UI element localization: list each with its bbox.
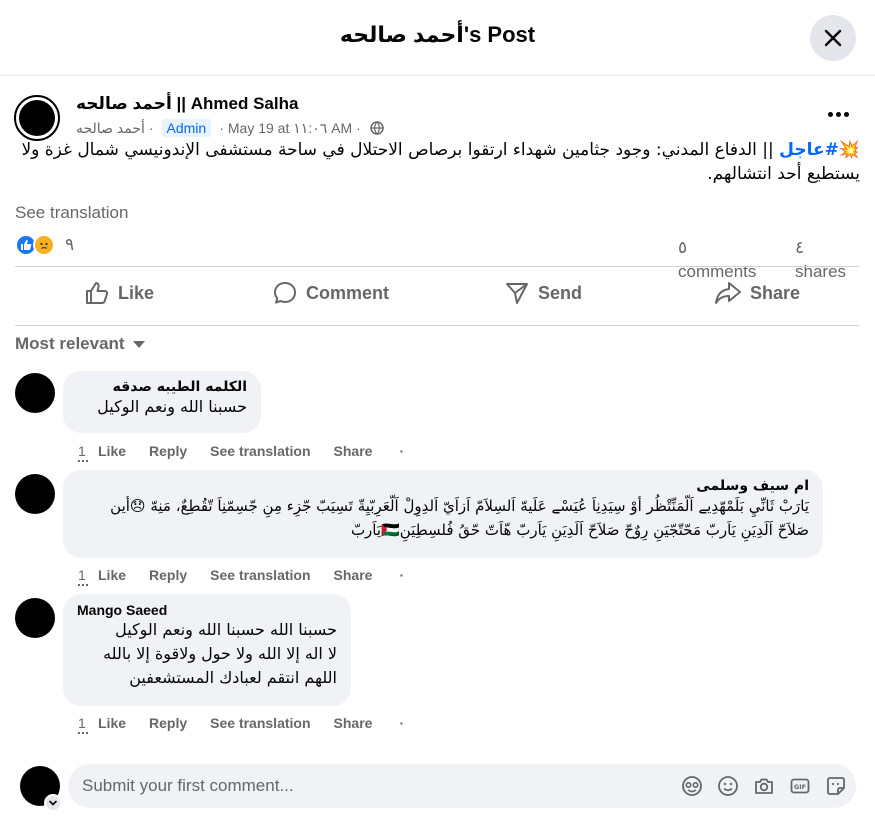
comment-label: Comment [306,282,390,303]
comment-like-button[interactable]: Like [98,443,126,459]
comment-text: يَارَبْ ثَانِّيِ بَلَمْهّدِيے اَلّمَنِّت… [110,497,809,539]
commenter-avatar[interactable] [15,474,55,514]
share-count[interactable]: ٤ shares [795,236,846,284]
comment-actions: 1 Like Reply See translation Share · [78,565,405,586]
share-label: Share [750,282,801,303]
commenter-avatar[interactable] [15,373,55,413]
comment-dot-separator: · [399,567,405,583]
more-options-button[interactable] [822,100,854,128]
avatar-sticker-button[interactable] [680,774,704,798]
post-date[interactable]: May 19 at ١١:٠٦ AM [228,120,352,137]
smiley-icon [718,776,738,796]
comment-like-button[interactable]: Like [98,715,126,731]
see-translation-link[interactable]: See translation [15,203,128,223]
comment-sort-dropdown[interactable]: Most relevant [15,334,145,354]
comment-count[interactable]: ٥ comments [678,236,756,284]
post-author-name[interactable]: أحمد صالحه || Ahmed Salha [76,94,298,114]
dialog-header: أحمد صالحه's Post [0,0,875,76]
comment-translate-button[interactable]: See translation [210,715,310,731]
comment-actions: 1 Like Reply See translation Share · [78,713,405,734]
share-arrow-icon [715,282,741,304]
send-icon [506,283,528,304]
comment-bubble-icon [274,282,296,304]
comment-reply-button[interactable]: Reply [149,443,187,459]
globe-icon [370,121,384,135]
reaction-count: ٩ [65,235,75,254]
post-body: || الدفاع المدني: وجود جثامين شهداء ارتق… [21,140,860,184]
post-meta-arabic-name[interactable]: أحمد صالحه [76,120,145,137]
comment-reply-button[interactable]: Reply [149,567,187,583]
commenter-name[interactable]: الكلمه الطيبه صدقه [77,379,247,395]
comment-reaction-count: 1 [78,567,98,586]
comment-share-button[interactable]: Share [334,443,373,459]
comment-reaction-count: 1 [78,443,98,462]
chevron-down-icon [49,800,57,806]
comment-translate-button[interactable]: See translation [210,567,310,583]
caret-down-icon [132,340,145,348]
comment-bubble: الكلمه الطيبه صدقه حسبنا الله ونعم الوكي… [63,371,261,433]
comment-bubble: ام سيف وسلمى يَارَبْ ثَانِّيِ بَلَمْهّدِ… [63,470,823,558]
comment-bubble: Mango Saeed حسبنا الله حسبنا الله ونعم ا… [63,594,351,706]
photo-button[interactable] [752,774,776,798]
avatar-icon [682,776,702,796]
dialog-title: أحمد صالحه's Post [339,22,536,47]
gif-icon: GIF [790,778,810,794]
comment-text-line: حسبنا الله حسبنا الله ونعم الوكيل [115,620,337,639]
comment-composer: GIF [68,764,856,808]
svg-text:GIF: GIF [794,783,806,791]
comment-dot-separator: · [399,715,405,731]
close-icon [824,29,842,47]
reaction-summary[interactable]: ٩ [15,233,74,257]
sticker-button[interactable] [824,774,848,798]
sort-label: Most relevant [15,334,125,353]
camera-icon [755,778,773,794]
post-text: 💥#عاجل || الدفاع المدني: وجود جثامين شهد… [14,138,860,186]
gif-button[interactable]: GIF [788,774,812,798]
comment-translate-button[interactable]: See translation [210,443,310,459]
comment-text: حسبنا الله ونعم الوكيل [97,397,247,416]
post-meta: أحمد صالحه · Admin · May 19 at ١١:٠٦ AM … [76,119,384,137]
comment-actions: 1 Like Reply See translation Share · [78,441,405,462]
emoji-button[interactable] [716,774,740,798]
comment-button[interactable]: Comment [272,278,389,308]
post-author-avatar[interactable] [14,95,60,141]
send-label: Send [538,282,583,303]
send-button[interactable]: Send [504,278,582,308]
comment-text-line: لا اله إلا الله ولا حول ولاقوة إلا بالله [103,644,337,663]
commenter-name[interactable]: ام سيف وسلمى [77,478,809,494]
profile-switch-button[interactable] [44,794,62,812]
admin-badge: Admin [161,119,212,137]
explosion-emoji: 💥 [838,140,860,160]
divider [15,325,859,326]
close-button[interactable] [810,15,856,61]
like-label: Like [118,282,155,303]
sad-reaction-icon [33,234,55,256]
divider [15,266,859,267]
comment-share-button[interactable]: Share [334,715,373,731]
comment-reaction-count: 1 [78,715,98,734]
comment-reply-button[interactable]: Reply [149,715,187,731]
share-button[interactable]: Share [714,278,800,308]
thumbs-up-icon [86,282,109,304]
comment-dot-separator: · [399,443,405,459]
post-hashtag[interactable]: #عاجل [779,140,839,160]
sticker-icon [827,777,845,795]
comment-share-button[interactable]: Share [334,567,373,583]
comment-like-button[interactable]: Like [98,567,126,583]
commenter-name[interactable]: Mango Saeed [77,602,337,618]
comment-input[interactable] [82,764,672,808]
comment-text-line: اللهم انتقم لعبادك المستشعفين [129,668,337,687]
commenter-avatar[interactable] [15,598,55,638]
like-button[interactable]: Like [84,278,154,308]
